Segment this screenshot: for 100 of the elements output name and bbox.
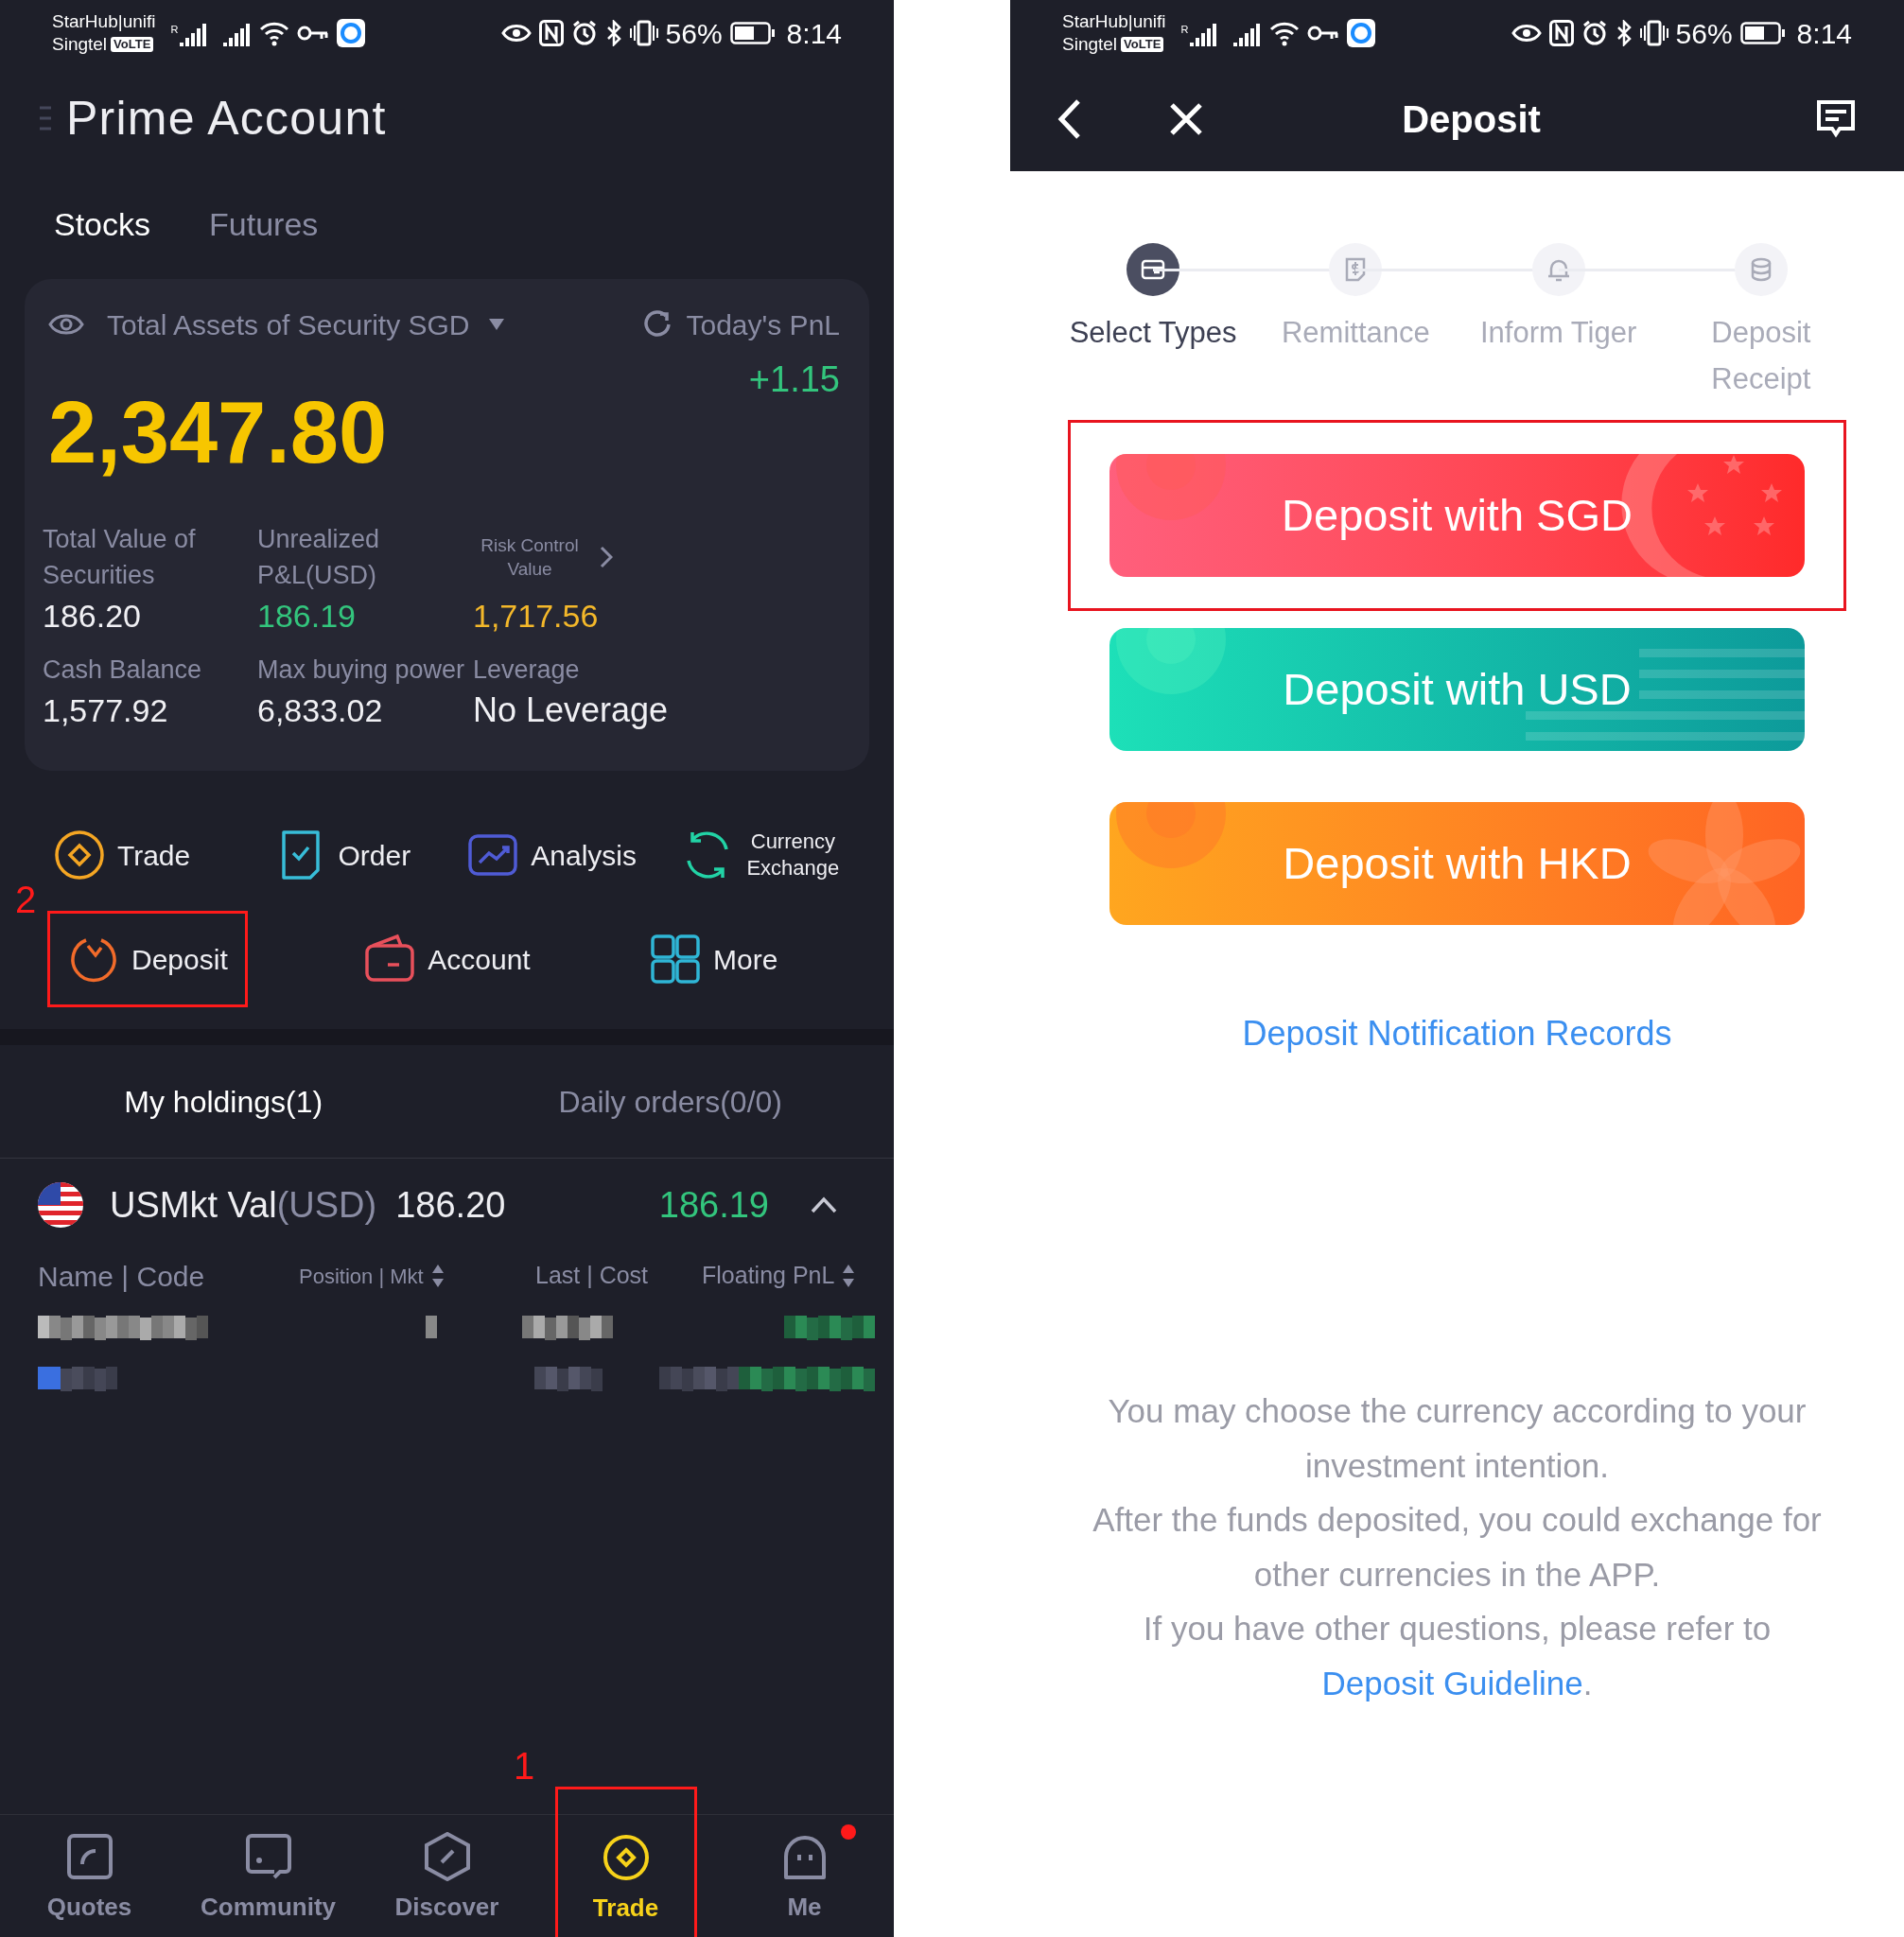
collapse-icon[interactable] bbox=[811, 1196, 837, 1213]
hexagon-icon bbox=[422, 1832, 472, 1881]
stat-value: No Leverage bbox=[473, 689, 670, 731]
nav-tab[interactable]: Trade bbox=[554, 1787, 697, 1937]
eye-icon bbox=[1511, 23, 1542, 44]
nfc-icon bbox=[538, 20, 564, 46]
roaming-mark: R bbox=[170, 24, 179, 35]
pnl-label: Today's PnL bbox=[686, 307, 840, 342]
guideline-link[interactable]: Deposit Guideline bbox=[1321, 1664, 1583, 1701]
flag-icon bbox=[38, 1182, 83, 1228]
stat-label: Max buying power bbox=[257, 654, 466, 686]
records-link[interactable]: Deposit Notification Records bbox=[1242, 1008, 1672, 1059]
battery-icon bbox=[729, 22, 776, 44]
market-pnl: 186.19 bbox=[658, 1183, 769, 1227]
page-title: Deposit bbox=[1401, 96, 1542, 142]
step-label: Inform Tiger bbox=[1478, 315, 1638, 351]
holdings-tab[interactable]: My holdings(1) bbox=[0, 1078, 447, 1125]
close-icon[interactable] bbox=[1169, 101, 1203, 136]
diamond-coin-icon bbox=[53, 829, 106, 881]
nfc-icon bbox=[1548, 20, 1574, 46]
info-text: You may choose the currency according to your investment intention. bbox=[1107, 1391, 1808, 1486]
info-text: If you have other questions, please refer to Deposit Guideline. bbox=[1142, 1609, 1773, 1703]
step-label: Deposit Receipt bbox=[1710, 315, 1812, 397]
quick-action[interactable]: More bbox=[644, 933, 782, 986]
deposit-currency-button[interactable]: Deposit with SGD bbox=[1109, 454, 1805, 577]
nav-tab[interactable]: Me bbox=[715, 1815, 894, 1937]
network-badge: VoLTE bbox=[1121, 37, 1164, 52]
battery-percent: 56% bbox=[665, 16, 723, 51]
total-assets-value: 2,347.80 bbox=[48, 389, 388, 482]
column-header[interactable]: Floating PnL bbox=[702, 1258, 856, 1294]
page-title: Prime Account bbox=[66, 90, 387, 147]
stat-label: Total Value of Securities bbox=[43, 524, 197, 591]
stat-value: 1,577.92 bbox=[43, 691, 169, 730]
quick-action[interactable]: Deposit bbox=[47, 911, 248, 1007]
chevron-right-icon[interactable] bbox=[600, 546, 613, 568]
grid-icon bbox=[648, 933, 702, 986]
market-value: 186.20 bbox=[395, 1183, 506, 1227]
stat-value: 1,717.56 bbox=[473, 597, 600, 636]
clock-time: 8:14 bbox=[786, 16, 842, 51]
clock-time: 8:14 bbox=[1796, 16, 1852, 51]
app-icon bbox=[1347, 19, 1376, 47]
dropdown-icon[interactable] bbox=[488, 318, 506, 331]
carrier-label: Singtel bbox=[52, 33, 108, 56]
market-name: USMkt Val bbox=[110, 1183, 277, 1227]
alarm-icon bbox=[1581, 20, 1608, 46]
stat-label: Risk Control Value bbox=[480, 534, 580, 581]
quick-action[interactable]: Analysis bbox=[463, 829, 640, 881]
battery-percent: 56% bbox=[1675, 16, 1733, 51]
column-header: Name | Code bbox=[38, 1259, 205, 1294]
step-label: Remittance bbox=[1280, 315, 1431, 351]
bluetooth-icon bbox=[604, 20, 622, 46]
key-icon bbox=[1307, 24, 1340, 43]
chat-card-icon bbox=[243, 1832, 293, 1881]
vibrate-icon bbox=[1639, 20, 1668, 46]
chat-icon[interactable] bbox=[1815, 97, 1857, 140]
bell-icon bbox=[1546, 257, 1571, 282]
diamond-coin-icon bbox=[601, 1833, 651, 1882]
nav-tab[interactable]: Community bbox=[179, 1815, 358, 1937]
gauge-icon bbox=[64, 1832, 114, 1881]
network-badge: VoLTE bbox=[111, 37, 154, 52]
wifi-icon bbox=[259, 20, 290, 46]
carrier-label: StarHub|unifi bbox=[1062, 10, 1166, 33]
sort-icon[interactable] bbox=[430, 1264, 445, 1288]
alarm-icon bbox=[570, 20, 598, 46]
key-icon bbox=[297, 24, 330, 43]
category-tab[interactable]: Futures bbox=[209, 201, 319, 249]
eye-icon bbox=[500, 23, 532, 44]
step-label: Select Types bbox=[1068, 315, 1238, 351]
quick-action[interactable]: Order bbox=[270, 829, 415, 881]
card-icon bbox=[1141, 257, 1166, 282]
bluetooth-icon bbox=[1615, 20, 1633, 46]
column-header[interactable]: Position | Mkt bbox=[299, 1260, 445, 1292]
eye-icon[interactable] bbox=[48, 312, 84, 337]
stat-value: 186.19 bbox=[257, 597, 357, 636]
quick-action[interactable]: Trade bbox=[49, 829, 195, 881]
nav-tab[interactable]: Discover bbox=[358, 1815, 536, 1937]
nav-tab[interactable]: Quotes bbox=[0, 1815, 179, 1937]
column-header: Last | Cost bbox=[535, 1261, 649, 1291]
market-currency: (USD) bbox=[276, 1183, 377, 1227]
quick-action[interactable]: Account bbox=[359, 933, 534, 986]
assets-label: Total Assets of Security SGD bbox=[107, 307, 470, 342]
back-icon[interactable] bbox=[1057, 97, 1082, 140]
step-annotation: 2 bbox=[15, 881, 37, 918]
info-text: After the funds deposited, you could exchange for other currencies in the APP. bbox=[1092, 1500, 1823, 1595]
app-icon bbox=[337, 19, 366, 47]
stat-label: Leverage bbox=[473, 654, 581, 686]
stat-label: Unrealized P&L(USD) bbox=[257, 524, 381, 591]
stat-label: Cash Balance bbox=[43, 654, 203, 686]
roaming-mark: R bbox=[1180, 24, 1189, 35]
holdings-tab[interactable]: Daily orders(0/0) bbox=[446, 1078, 894, 1125]
step-annotation: 1 bbox=[514, 1747, 535, 1785]
quick-action[interactable]: Currency Exchange bbox=[677, 829, 845, 881]
category-tab[interactable]: Stocks bbox=[54, 201, 151, 249]
sort-icon[interactable] bbox=[842, 1264, 856, 1288]
carrier-label: Singtel bbox=[1062, 33, 1118, 56]
stat-value: 6,833.02 bbox=[257, 691, 384, 730]
wifi-icon bbox=[1269, 20, 1301, 46]
stat-value: 186.20 bbox=[43, 597, 142, 636]
pnl-value: +1.15 bbox=[748, 358, 840, 401]
refresh-icon[interactable] bbox=[642, 310, 672, 339]
